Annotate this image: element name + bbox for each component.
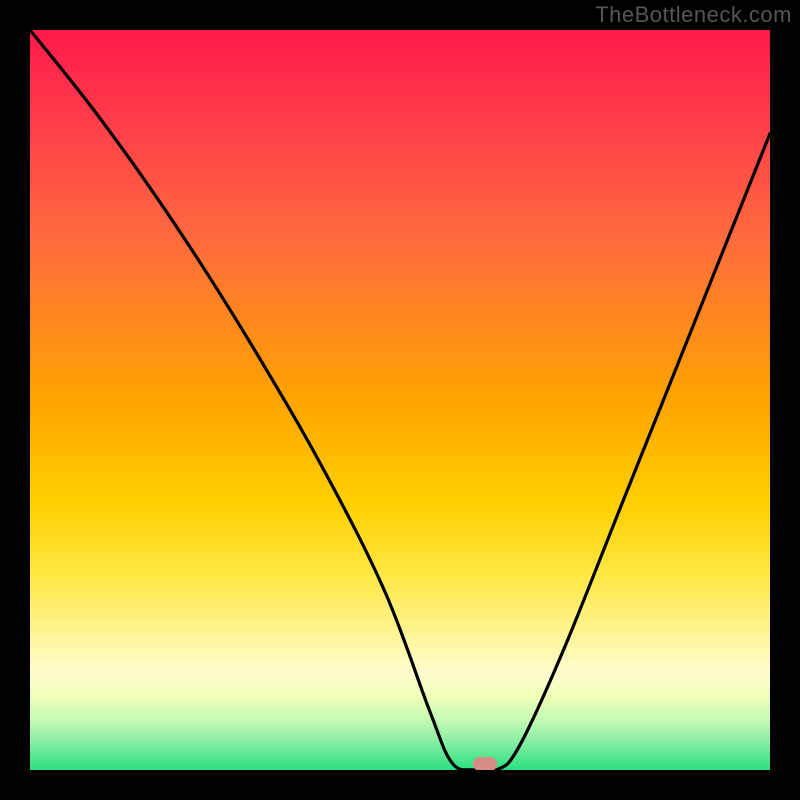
optimal-marker: [473, 757, 497, 770]
plot-area: [30, 30, 770, 770]
bottleneck-curve: [30, 30, 770, 770]
chart-frame: TheBottleneck.com: [0, 0, 800, 800]
watermark-text: TheBottleneck.com: [595, 2, 792, 28]
